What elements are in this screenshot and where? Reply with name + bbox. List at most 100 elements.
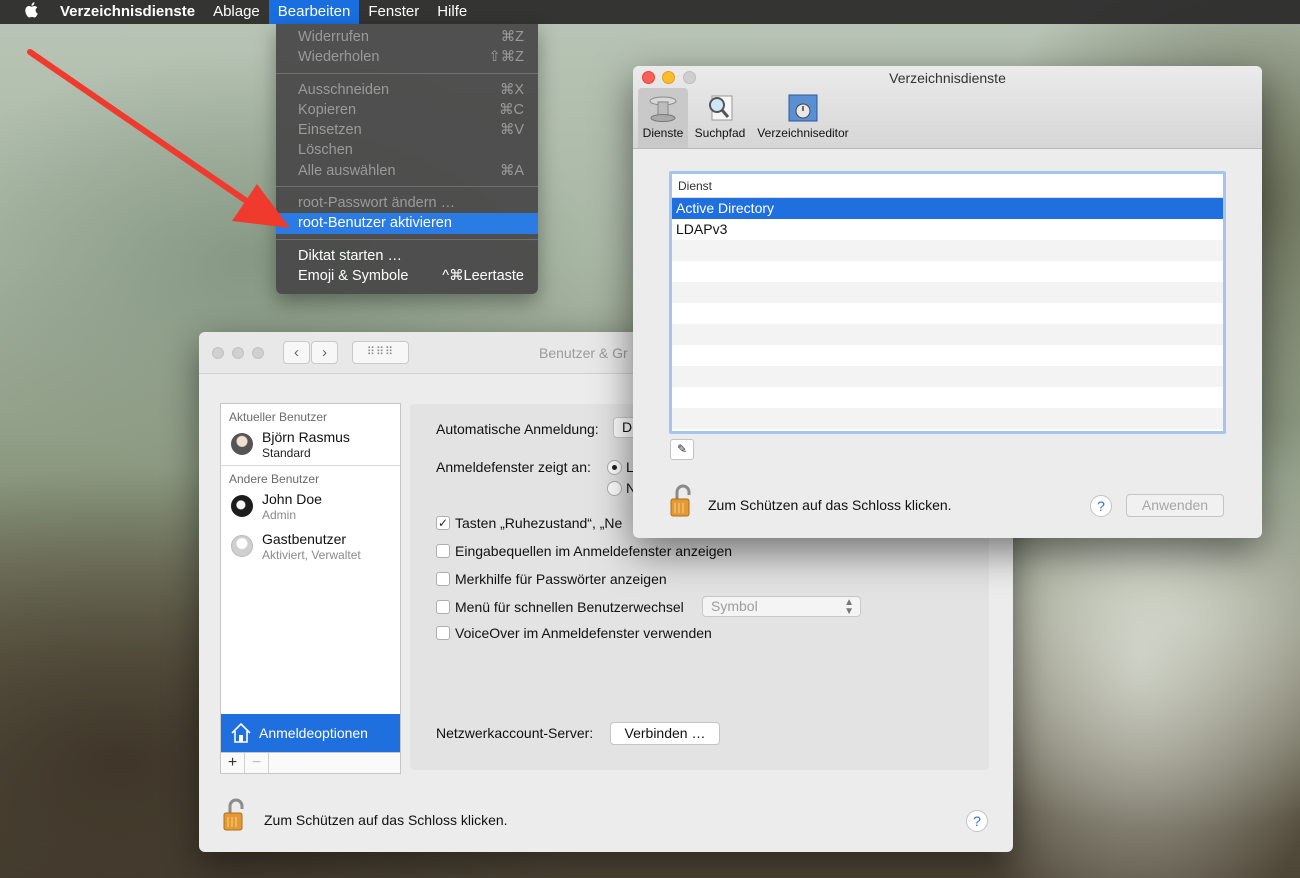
menu-ablage[interactable]: Ablage: [204, 0, 269, 24]
menu-item-shortcut: ⌘A: [499, 162, 524, 179]
user-role: Admin: [262, 508, 297, 522]
menu-app-name[interactable]: Verzeichnisdienste: [48, 0, 204, 24]
menu-item-label: root-Passwort ändern …: [298, 195, 456, 212]
show-all-grid-icon[interactable]: ⠿⠿⠿: [352, 341, 409, 364]
checkbox-fast-user-switching[interactable]: [436, 600, 450, 614]
login-options-label: Anmeldeoptionen: [259, 725, 368, 741]
tab-dienste[interactable]: Dienste: [638, 88, 688, 148]
login-window-radio-list[interactable]: [607, 460, 622, 475]
checkbox-voiceover[interactable]: [436, 626, 450, 640]
menu-item-paste: Einsetzen ⌘V: [276, 120, 538, 140]
avatar: [231, 433, 253, 455]
menu-item-shortcut: ⌘V: [499, 122, 524, 139]
lock-open-icon[interactable]: [669, 483, 695, 517]
empty-row: [672, 324, 1223, 345]
lock-hint-text: Zum Schützen auf das Schloss klicken.: [264, 812, 508, 828]
back-button[interactable]: ‹: [283, 341, 310, 364]
empty-row: [672, 345, 1223, 366]
menu-item-emoji-symbols[interactable]: Emoji & Symbole ^⌘Leertaste: [276, 266, 538, 286]
fast-switch-popup[interactable]: Symbol ▲ ▼: [702, 596, 861, 617]
forward-button[interactable]: ›: [311, 341, 338, 364]
menu-bar: Verzeichnisdienste Ablage Bearbeiten Fen…: [0, 0, 1300, 24]
tab-verzeichniseditor[interactable]: Verzeichniseditor: [753, 88, 853, 148]
menu-fenster[interactable]: Fenster: [359, 0, 428, 24]
lock-hint-text: Zum Schützen auf das Schloss klicken.: [708, 497, 952, 513]
menu-item-label: root-Benutzer aktivieren: [298, 215, 452, 232]
checkbox-label: Merkhilfe für Passwörter anzeigen: [455, 571, 667, 587]
directory-services-window: Verzeichnisdienste Dienste Suchpfad Verz…: [633, 66, 1262, 538]
apple-menu-icon[interactable]: [14, 1, 48, 23]
tab-label: Dienste: [642, 126, 684, 140]
menu-item-label: Diktat starten …: [298, 247, 402, 264]
checkbox-label: Eingabequellen im Anmeldefenster anzeige…: [455, 543, 733, 559]
table-row[interactable]: LDAPv3: [672, 219, 1223, 240]
tab-label: Suchpfad: [694, 126, 746, 140]
other-users-heading: Andere Benutzer: [229, 472, 320, 486]
checkbox-input-sources[interactable]: [436, 544, 450, 558]
menu-separator: [276, 238, 538, 240]
user-list: Aktueller Benutzer Björn Rasmus Standard…: [220, 403, 401, 774]
auto-login-label: Automatische Anmeldung:: [436, 421, 599, 437]
checkbox-label: VoiceOver im Anmeldefenster verwenden: [455, 625, 712, 641]
empty-row: [672, 282, 1223, 303]
menu-item-shortcut: ⌘C: [499, 101, 524, 118]
menu-item-start-dictation[interactable]: Diktat starten …: [276, 246, 538, 266]
user-name: Gastbenutzer: [262, 531, 347, 547]
directory-window-toolbar: Verzeichnisdienste Dienste Suchpfad Verz…: [633, 66, 1262, 149]
menu-item-select-all: Alle auswählen ⌘A: [276, 161, 538, 181]
edit-service-button[interactable]: ✎: [670, 439, 694, 460]
user-item-john-doe[interactable]: John Doe Admin: [221, 487, 400, 527]
user-name: John Doe: [262, 491, 322, 507]
user-item-current[interactable]: Björn Rasmus Standard: [221, 425, 400, 465]
edit-menu-dropdown: Widerrufen ⌘Z Wiederholen ⇧⌘Z Ausschneiden…: [276, 24, 538, 294]
zoom-button[interactable]: [252, 347, 264, 359]
checkbox-label: Menü für schnellen Benutzerwechsel: [455, 599, 684, 615]
menu-item-enable-root-user[interactable]: root-Benutzer aktivieren: [276, 213, 538, 234]
user-role: Standard: [262, 446, 311, 460]
user-name: Björn Rasmus: [262, 429, 350, 445]
menu-separator: [276, 72, 538, 74]
checkbox-sleep-restart[interactable]: ✓: [436, 516, 450, 530]
avatar: [231, 495, 253, 517]
services-table: Dienst Active Directory LDAPv3: [669, 171, 1226, 434]
tab-suchpfad[interactable]: Suchpfad: [690, 88, 750, 148]
current-user-heading: Aktueller Benutzer: [229, 410, 328, 424]
menu-item-label: Löschen: [298, 142, 353, 159]
directory-editor-icon: [788, 94, 818, 122]
lock-open-icon[interactable]: [222, 797, 248, 831]
menu-item-cut: Ausschneiden ⌘X: [276, 80, 538, 100]
menu-item-label: Alle auswählen: [298, 162, 396, 179]
sidebar-item-login-options[interactable]: Anmeldeoptionen: [221, 714, 400, 752]
empty-row: [672, 261, 1223, 282]
user-item-guest[interactable]: Gastbenutzer Aktiviert, Verwaltet: [221, 527, 400, 567]
menu-item-label: Emoji & Symbole: [298, 267, 409, 284]
add-user-button[interactable]: +: [221, 753, 245, 773]
menu-item-shortcut: ^⌘Leertaste: [442, 267, 524, 284]
minimize-button[interactable]: [232, 347, 244, 359]
connect-button[interactable]: Verbinden …: [610, 722, 720, 745]
table-row[interactable]: Active Directory: [672, 198, 1223, 219]
empty-row: [672, 303, 1223, 324]
menu-item-label: Kopieren: [298, 101, 357, 118]
menu-bearbeiten[interactable]: Bearbeiten: [268, 0, 360, 24]
table-header-dienst: Dienst: [672, 174, 1223, 198]
apply-button[interactable]: Anwenden: [1126, 494, 1224, 517]
menu-item-label: Ausschneiden: [298, 81, 390, 98]
empty-row: [672, 387, 1223, 408]
menu-item-shortcut: ⌘X: [499, 81, 524, 98]
user-list-controls: + −: [221, 752, 400, 773]
house-icon: [231, 722, 251, 743]
checkbox-password-hints[interactable]: [436, 572, 450, 586]
help-button[interactable]: ?: [1090, 495, 1112, 517]
menu-item-change-root-password: root-Passwort ändern …: [276, 193, 538, 213]
menu-item-copy: Kopieren ⌘C: [276, 100, 538, 120]
user-role: Aktiviert, Verwaltet: [262, 548, 361, 562]
login-window-radio-name[interactable]: [607, 481, 622, 496]
remove-user-button[interactable]: −: [245, 753, 269, 773]
help-button[interactable]: ?: [966, 810, 988, 832]
menu-hilfe[interactable]: Hilfe: [428, 0, 476, 24]
network-server-label: Netzwerkaccount-Server:: [436, 725, 594, 741]
login-window-label: Anmeldefenster zeigt an:: [436, 459, 591, 475]
close-button[interactable]: [212, 347, 224, 359]
menu-item-label: Wiederholen: [298, 49, 380, 66]
